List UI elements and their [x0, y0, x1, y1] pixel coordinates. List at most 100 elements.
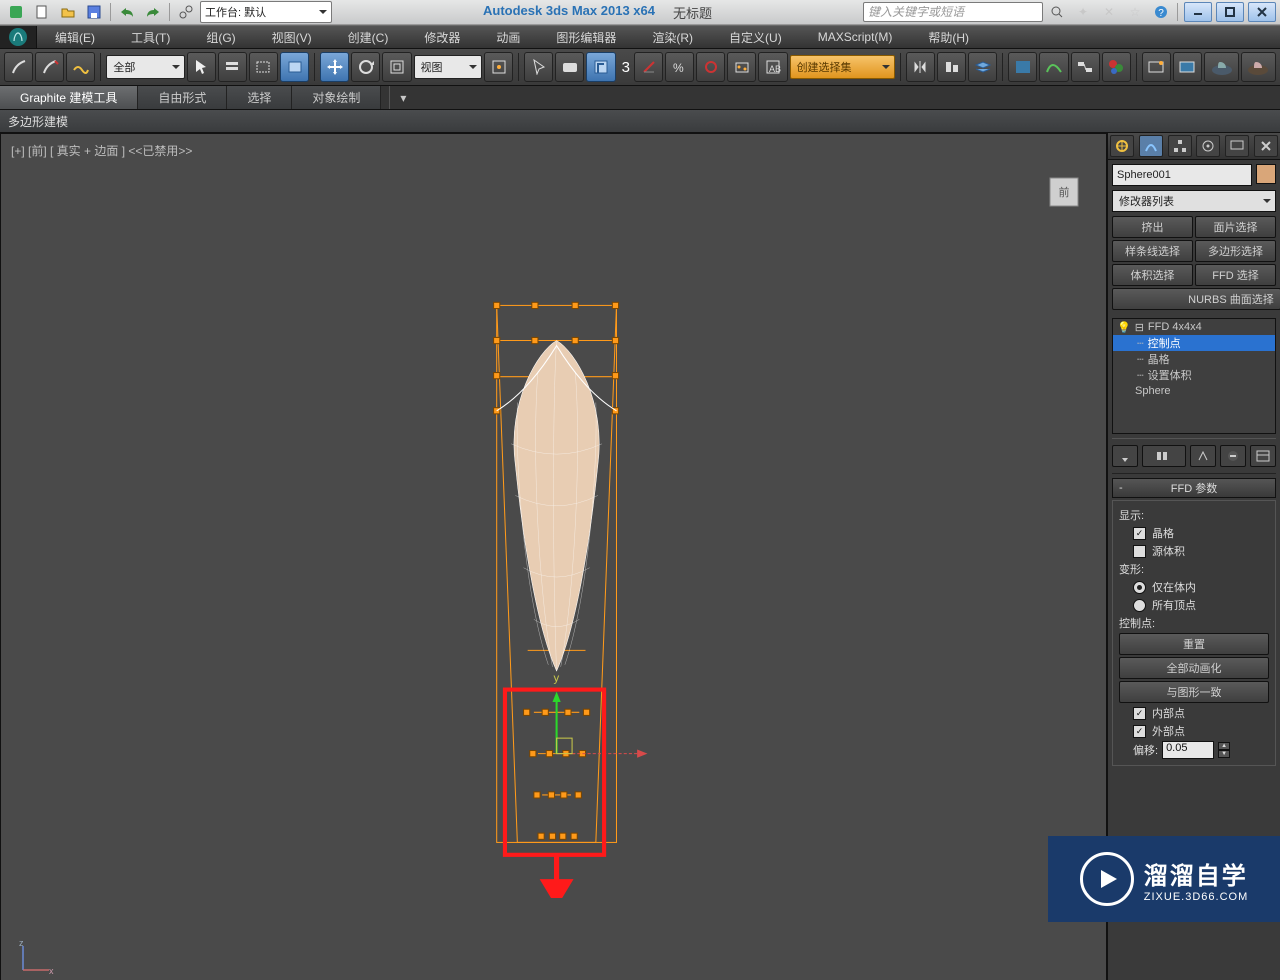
ribbon-tab-graphite[interactable]: Graphite 建模工具 [0, 86, 138, 109]
stack-item-sphere[interactable]: Sphere [1113, 383, 1275, 399]
menu-maxscript[interactable]: MAXScript(M) [800, 26, 911, 48]
quickbtn-ffdsel[interactable]: FFD 选择 [1195, 264, 1276, 286]
use-pivot-center-icon[interactable] [484, 52, 513, 82]
help-icon[interactable]: ? [1149, 1, 1173, 23]
open-icon[interactable] [56, 1, 80, 23]
object-color-swatch[interactable] [1256, 164, 1276, 184]
configure-sets-icon[interactable] [1250, 445, 1276, 467]
keyboard-shortcut-override-icon[interactable] [555, 52, 584, 82]
menu-create[interactable]: 创建(C) [330, 26, 407, 48]
panel-tab-hierarchy-icon[interactable] [1168, 135, 1192, 157]
new-icon[interactable] [30, 1, 54, 23]
rectangular-selection-region-icon[interactable] [249, 52, 278, 82]
named-selection-sets-icon[interactable]: AB [758, 52, 787, 82]
undo-icon[interactable] [115, 1, 139, 23]
panel-tab-utilities-icon[interactable] [1254, 135, 1278, 157]
schematic-view-icon[interactable] [1071, 52, 1100, 82]
select-and-scale-icon[interactable] [382, 52, 411, 82]
material-editor-icon[interactable] [1102, 52, 1131, 82]
bind-spacewarp-icon[interactable] [66, 52, 95, 82]
panel-tab-motion-icon[interactable] [1196, 135, 1220, 157]
stack-item-setvolume[interactable]: ┄设置体积 [1113, 367, 1275, 383]
modifier-list-dropdown[interactable]: 修改器列表 [1112, 190, 1276, 212]
offset-spinner[interactable]: 偏移: 0.05 ▲▼ [1133, 741, 1269, 759]
select-object-icon[interactable] [187, 52, 216, 82]
rendered-frame-window-icon[interactable] [1173, 52, 1202, 82]
spinner-up-icon[interactable]: ▲ [1218, 742, 1230, 750]
select-link-icon[interactable] [4, 52, 33, 82]
select-and-manipulate-icon[interactable] [524, 52, 553, 82]
panel-tab-modify-icon[interactable] [1139, 135, 1163, 157]
spinner-down-icon[interactable]: ▼ [1218, 750, 1230, 758]
redo-icon[interactable] [141, 1, 165, 23]
maximize-button[interactable] [1216, 2, 1244, 22]
rad-in-volume[interactable]: 仅在体内 [1133, 579, 1269, 595]
ribbon-tab-paint[interactable]: 对象绘制 [292, 86, 381, 109]
quickbtn-nurbs[interactable]: NURBS 曲面选择 [1112, 288, 1280, 310]
viewport[interactable]: [+] [前] [ 真实 + 边面 ] <<已禁用>> 前 z x [0, 133, 1107, 980]
chk-lattice[interactable]: ✓晶格 [1133, 525, 1269, 541]
layer-manager-icon[interactable] [968, 52, 997, 82]
link-icon[interactable] [174, 1, 198, 23]
search-input[interactable]: 键入关键字或短语 [863, 2, 1043, 22]
subscription-icon[interactable]: ✦ [1071, 1, 1095, 23]
modifier-stack[interactable]: 💡⊟FFD 4x4x4 ┄控制点 ┄晶格 ┄设置体积 Sphere [1112, 318, 1276, 434]
btn-reset[interactable]: 重置 [1119, 633, 1269, 655]
rad-all-vertices[interactable]: 所有顶点 [1133, 597, 1269, 613]
workspace-dropdown[interactable]: 工作台: 默认 [200, 1, 332, 23]
unlink-icon[interactable] [35, 52, 64, 82]
chk-outside-points[interactable]: ✓外部点 [1133, 723, 1269, 739]
edit-selection-set-icon[interactable] [727, 52, 756, 82]
percent-snap-icon[interactable]: % [665, 52, 694, 82]
ribbon-tab-selection[interactable]: 选择 [227, 86, 292, 109]
select-and-move-icon[interactable] [320, 52, 349, 82]
ribbon-tab-freeform[interactable]: 自由形式 [138, 86, 227, 109]
exchange-icon[interactable]: ✕ [1097, 1, 1121, 23]
chk-source-volume[interactable]: 源体积 [1133, 543, 1269, 559]
window-crossing-icon[interactable] [280, 52, 309, 82]
render-iterative-icon[interactable] [1241, 52, 1276, 82]
quickbtn-volsel[interactable]: 体积选择 [1112, 264, 1193, 286]
menu-edit[interactable]: 编辑(E) [37, 26, 113, 48]
select-by-name-icon[interactable] [218, 52, 247, 82]
menu-animation[interactable]: 动画 [478, 26, 538, 48]
menu-group[interactable]: 组(G) [188, 26, 253, 48]
close-button[interactable] [1248, 2, 1276, 22]
menu-tools[interactable]: 工具(T) [113, 26, 188, 48]
curve-editor-icon[interactable] [1039, 52, 1068, 82]
render-production-icon[interactable] [1204, 52, 1239, 82]
quickbtn-splinesel[interactable]: 样条线选择 [1112, 240, 1193, 262]
app-menu-button[interactable] [4, 1, 28, 23]
ribbon-collapse-icon[interactable]: ▾ [389, 86, 416, 109]
minimize-button[interactable] [1184, 2, 1212, 22]
menu-modifiers[interactable]: 修改器 [406, 26, 478, 48]
menu-help[interactable]: 帮助(H) [910, 26, 987, 48]
snaps-toggle-icon[interactable] [586, 52, 615, 82]
menu-views[interactable]: 视图(V) [254, 26, 330, 48]
pin-stack-icon[interactable] [1112, 445, 1138, 467]
select-and-rotate-icon[interactable] [351, 52, 380, 82]
rollup-ffd-header[interactable]: FFD 参数 [1112, 478, 1276, 498]
stack-item-lattice[interactable]: ┄晶格 [1113, 351, 1275, 367]
create-selection-set-dropdown[interactable]: 创建选择集 [790, 55, 895, 79]
angle-snap-icon[interactable] [634, 52, 663, 82]
menu-grapheditors[interactable]: 图形编辑器 [538, 26, 634, 48]
stack-bulb-icon[interactable]: 💡 [1117, 321, 1131, 334]
object-name-field[interactable]: Sphere001 [1112, 164, 1252, 186]
make-unique-icon[interactable] [1190, 445, 1216, 467]
align-icon[interactable] [937, 52, 966, 82]
menu-customize[interactable]: 自定义(U) [711, 26, 800, 48]
btn-conform-shape[interactable]: 与图形一致 [1119, 681, 1269, 703]
ref-coord-dropdown[interactable]: 视图 [414, 55, 483, 79]
search-go-icon[interactable] [1045, 1, 1069, 23]
selection-filter-dropdown[interactable]: 全部 [106, 55, 184, 79]
panel-tab-display-icon[interactable] [1225, 135, 1249, 157]
menu-rendering[interactable]: 渲染(R) [634, 26, 711, 48]
app-logo-icon[interactable] [0, 26, 37, 48]
save-icon[interactable] [82, 1, 106, 23]
stack-item-controlpoints[interactable]: ┄控制点 [1113, 335, 1275, 351]
ribbon-panel-polymodeling[interactable]: 多边形建模 [0, 110, 1280, 133]
favorite-icon[interactable]: ☆ [1123, 1, 1147, 23]
quickbtn-patchsel[interactable]: 面片选择 [1195, 216, 1276, 238]
remove-modifier-icon[interactable] [1220, 445, 1246, 467]
